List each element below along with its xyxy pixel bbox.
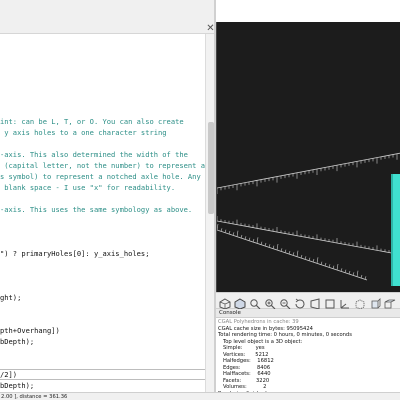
code-line[interactable]: y axis holes to a one character string	[0, 127, 205, 138]
zoom-in-icon[interactable]	[264, 295, 276, 310]
ruler-ticks	[217, 153, 398, 280]
code-line[interactable]: pth+Overhang])	[0, 325, 205, 336]
code-line[interactable]	[0, 281, 205, 292]
code-line[interactable]	[0, 193, 205, 204]
code-line[interactable]: s symbol) to represent a notched axle ho…	[0, 171, 205, 182]
code-line[interactable]: -axis. This also determined the width of…	[0, 149, 205, 160]
code-line[interactable]: (capital letter, not the number) to repr…	[0, 160, 205, 171]
code-line[interactable]: int: can be L, T, or O. You can also cre…	[0, 116, 205, 127]
code-line[interactable]: ") ? primaryHoles[0]: y_axis_holes;	[0, 248, 205, 259]
code-line[interactable]	[0, 314, 205, 325]
code-line[interactable]	[0, 138, 205, 149]
rendered-model	[391, 174, 400, 286]
console-output[interactable]: CGAL Polyhedrons in cache: 39 CGAL cache …	[216, 318, 400, 392]
code-line[interactable]: blank space - I use "x" for readability.	[0, 182, 205, 193]
console-header: Console	[216, 309, 400, 318]
code-line[interactable]	[0, 215, 205, 226]
edges-icon[interactable]	[354, 295, 366, 310]
3d-viewport[interactable]	[216, 22, 400, 292]
code-line[interactable]: -axis. This uses the same symbology as a…	[0, 204, 205, 215]
code-line[interactable]	[0, 270, 205, 281]
editor-toolbar: ✕	[0, 0, 216, 34]
orthogonal-icon[interactable]	[324, 295, 336, 309]
perspective-icon[interactable]	[309, 295, 321, 310]
preview-icon[interactable]	[219, 295, 231, 310]
viewport-scene	[217, 152, 400, 286]
status-bar: 2.00 ], distance = 361.36	[0, 392, 400, 400]
render-icon[interactable]	[234, 295, 246, 310]
code-editor[interactable]: ✕ int: can be L, T, or O. You can also c…	[0, 0, 216, 392]
view-right-icon[interactable]	[369, 295, 381, 309]
view-all-icon[interactable]	[249, 295, 261, 310]
code-line[interactable]	[0, 303, 205, 314]
viewport-toolbar	[216, 292, 400, 310]
code-line[interactable]	[0, 347, 205, 358]
code-line[interactable]	[0, 358, 205, 369]
reset-view-icon[interactable]	[294, 295, 306, 309]
code-line[interactable]: /2])	[0, 369, 205, 380]
axes-icon[interactable]	[339, 295, 351, 309]
code-line[interactable]	[0, 237, 205, 248]
view-top-icon[interactable]	[384, 295, 396, 309]
code-line[interactable]	[0, 259, 205, 270]
code-line[interactable]: ght);	[0, 292, 205, 303]
zoom-out-icon[interactable]	[279, 295, 291, 310]
axis-rulers	[217, 152, 400, 281]
code-area[interactable]: int: can be L, T, or O. You can also cre…	[0, 34, 205, 392]
code-line[interactable]	[0, 226, 205, 237]
code-line[interactable]: bDepth);	[0, 380, 205, 391]
code-line[interactable]: bDepth);	[0, 336, 205, 347]
